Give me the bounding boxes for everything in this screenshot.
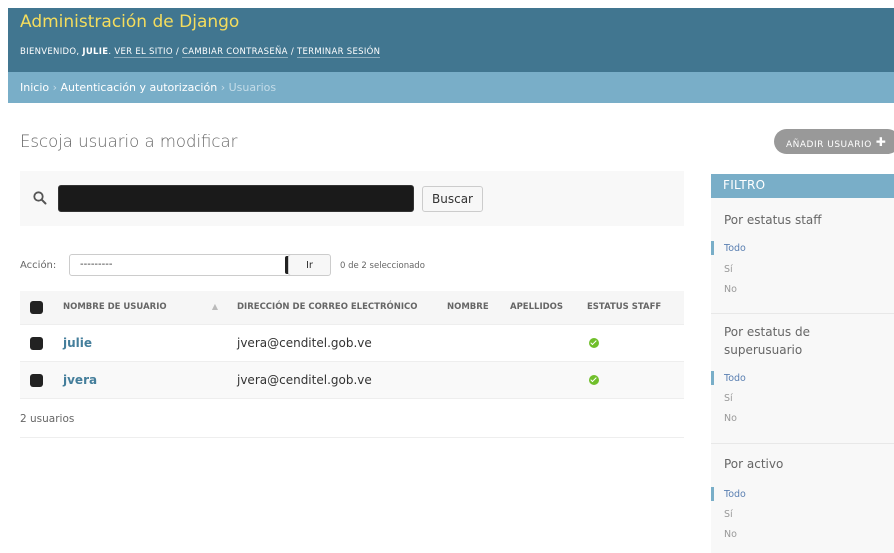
site-title[interactable]: Administración de Django bbox=[20, 12, 239, 32]
search-toolbar: Buscar bbox=[20, 171, 684, 226]
filter-heading: Por activo bbox=[724, 457, 784, 471]
row-checkbox[interactable] bbox=[30, 336, 43, 350]
paginator: 2 usuarios bbox=[20, 400, 684, 438]
column-header-staff[interactable]: ESTATUS STAFF bbox=[579, 291, 684, 325]
column-header-email[interactable]: DIRECCIÓN DE CORREO ELECTRÓNICO bbox=[228, 291, 439, 325]
filter-title: FILTRO bbox=[711, 174, 894, 198]
filter-option-all[interactable]: Todo bbox=[724, 373, 746, 384]
filter-group-active: Por activo Todo Sí No bbox=[711, 444, 894, 553]
row-checkbox-cell bbox=[20, 361, 53, 399]
add-user-button[interactable]: AÑADIR USUARIO ✚ bbox=[774, 129, 894, 154]
username-link[interactable]: jvera bbox=[63, 373, 97, 387]
column-header-label: NOMBRE DE USUARIO bbox=[63, 302, 167, 313]
email-cell: jvera@cenditel.gob.ve bbox=[228, 324, 439, 362]
logout-link[interactable]: TERMINAR SESIÓN bbox=[297, 47, 381, 58]
row-checkbox[interactable] bbox=[30, 373, 43, 387]
staff-cell bbox=[579, 361, 684, 399]
table-header-row: NOMBRE DE USUARIO ▲ DIRECCIÓN DE CORREO E… bbox=[20, 291, 684, 325]
search-button[interactable]: Buscar bbox=[422, 186, 483, 212]
sort-asc-icon[interactable]: ▲ bbox=[212, 302, 218, 311]
breadcrumb-separator: › bbox=[220, 81, 226, 94]
first-name-cell bbox=[439, 324, 502, 362]
username-cell: julie bbox=[53, 324, 228, 362]
filter-heading: Por estatus staff bbox=[724, 213, 822, 227]
filter-option-yes[interactable]: Sí bbox=[724, 393, 733, 404]
search-icon bbox=[33, 191, 47, 205]
filter-option-no[interactable]: No bbox=[724, 284, 737, 295]
first-name-cell bbox=[439, 361, 502, 399]
action-counter: 0 de 2 seleccionado bbox=[340, 261, 425, 271]
filter-option-yes[interactable]: Sí bbox=[724, 264, 733, 275]
username-label: JULIE bbox=[82, 47, 109, 57]
row-checkbox-cell bbox=[20, 324, 53, 362]
filter-option-no[interactable]: No bbox=[724, 529, 737, 540]
filter-heading: Por estatus de superusuario bbox=[724, 325, 810, 357]
staff-cell bbox=[579, 324, 684, 362]
select-all-header bbox=[20, 291, 53, 325]
welcome-text: BIENVENIDO, bbox=[20, 47, 80, 57]
change-password-link[interactable]: CAMBIAR CONTRASEÑA bbox=[182, 47, 288, 58]
column-header-username[interactable]: NOMBRE DE USUARIO ▲ bbox=[53, 291, 228, 325]
filter-option-yes[interactable]: Sí bbox=[724, 509, 733, 520]
separator: / bbox=[175, 47, 180, 57]
breadcrumb-separator: › bbox=[52, 81, 58, 94]
filter-group-superuser: Por estatus de superusuario Todo Sí No bbox=[711, 314, 894, 444]
page-title: Escoja usuario a modificar bbox=[20, 132, 238, 151]
actions-bar: Acción: --------- Ir 0 de 2 seleccionado bbox=[20, 253, 684, 279]
go-button[interactable]: Ir bbox=[288, 254, 331, 276]
breadcrumb-current: Usuarios bbox=[228, 81, 277, 94]
last-name-cell bbox=[502, 324, 579, 362]
header: Administración de Django BIENVENIDO, JUL… bbox=[8, 8, 894, 72]
filter-option-all[interactable]: Todo bbox=[724, 243, 746, 254]
filter-group-staff: Por estatus staff Todo Sí No bbox=[711, 198, 894, 314]
results-table: NOMBRE DE USUARIO ▲ DIRECCIÓN DE CORREO E… bbox=[20, 291, 684, 399]
search-input[interactable] bbox=[58, 185, 414, 212]
filter-selected-indicator bbox=[711, 487, 714, 501]
breadcrumb-home[interactable]: Inicio bbox=[20, 81, 49, 94]
column-header-first-name[interactable]: NOMBRE bbox=[439, 291, 502, 325]
breadcrumb: Inicio › Autenticación y autorización › … bbox=[8, 72, 894, 103]
filter-selected-indicator bbox=[711, 371, 714, 385]
action-select[interactable]: --------- bbox=[69, 254, 297, 276]
filter-option-all[interactable]: Todo bbox=[724, 489, 746, 500]
plus-icon: ✚ bbox=[875, 135, 887, 149]
check-circle-icon bbox=[589, 375, 599, 385]
select-all-checkbox[interactable] bbox=[30, 300, 43, 314]
last-name-cell bbox=[502, 361, 579, 399]
view-site-link[interactable]: VER EL SITIO bbox=[114, 47, 173, 58]
breadcrumb-app[interactable]: Autenticación y autorización bbox=[61, 81, 218, 94]
column-header-last-name[interactable]: APELLIDOS bbox=[502, 291, 579, 325]
table-row: jvera jvera@cenditel.gob.ve bbox=[20, 361, 684, 399]
action-label: Acción: bbox=[20, 260, 57, 271]
check-circle-icon bbox=[589, 338, 599, 348]
username-link[interactable]: julie bbox=[63, 336, 92, 350]
email-cell: jvera@cenditel.gob.ve bbox=[228, 361, 439, 399]
filter-sidebar: FILTRO Por estatus staff Todo Sí No Por … bbox=[711, 174, 894, 553]
add-user-label: AÑADIR USUARIO bbox=[786, 140, 872, 150]
table-row: julie jvera@cenditel.gob.ve bbox=[20, 324, 684, 362]
separator: / bbox=[290, 47, 294, 57]
user-tools: BIENVENIDO, JULIE. VER EL SITIO / CAMBIA… bbox=[20, 47, 381, 58]
filter-selected-indicator bbox=[711, 241, 714, 255]
username-cell: jvera bbox=[53, 361, 228, 399]
action-select-value: --------- bbox=[80, 259, 113, 270]
filter-option-no[interactable]: No bbox=[724, 413, 737, 424]
